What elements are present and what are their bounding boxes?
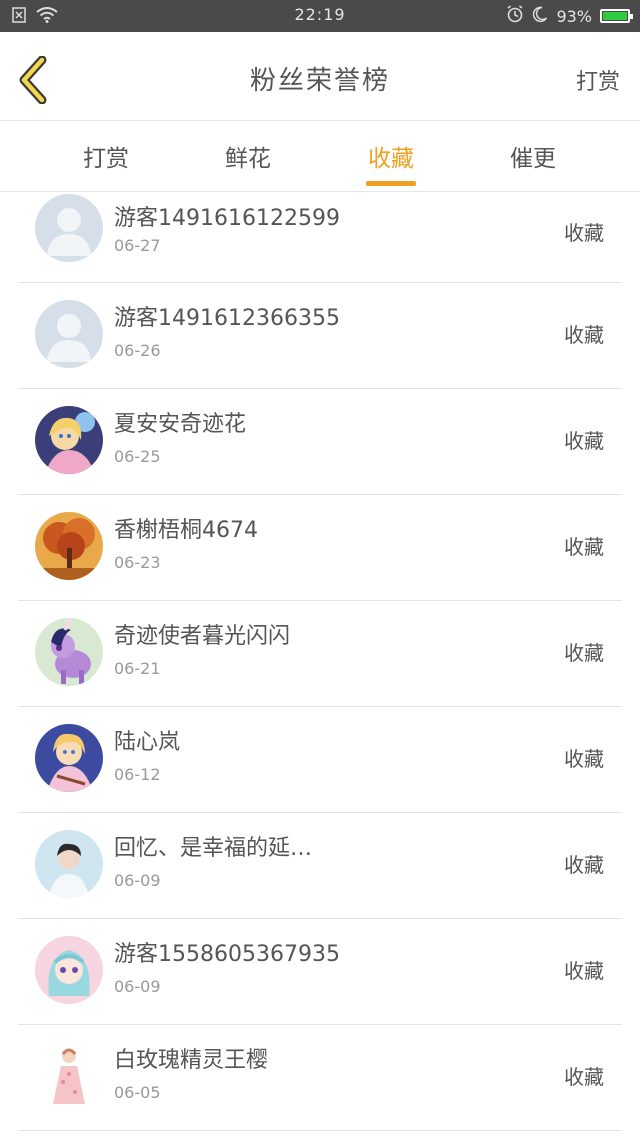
status-bar: 22:19 93% [0, 0, 640, 32]
list-item[interactable]: 白玫瑰精灵王樱 06-05 收藏 [18, 1025, 622, 1131]
list-item[interactable]: 奇迹使者暮光闪闪 06-21 收藏 [18, 601, 622, 707]
tab-bar: 打赏 鲜花 收藏 催更 [0, 121, 640, 192]
fan-action: 收藏 [564, 853, 604, 877]
doll-avatar [35, 1042, 103, 1110]
fan-name: 游客1558605367935 [114, 942, 340, 967]
alarm-icon [506, 5, 524, 27]
fan-action: 收藏 [564, 641, 604, 665]
active-tab-indicator [366, 181, 416, 186]
page-title: 粉丝荣誉榜 [249, 66, 390, 96]
autumn-tree-avatar [35, 512, 103, 580]
fan-date: 06-25 [114, 447, 161, 466]
fan-name: 香榭梧桐4674 [114, 518, 258, 543]
list-item[interactable]: 游客1491612366355 06-26 收藏 [18, 283, 622, 389]
fan-date: 06-23 [114, 553, 161, 572]
fan-name: 奇迹使者暮光闪闪 [114, 624, 291, 649]
list-item[interactable]: 陆心岚 06-12 收藏 [18, 707, 622, 813]
fan-date: 06-12 [114, 765, 161, 784]
fan-action: 收藏 [564, 323, 604, 347]
fan-action: 收藏 [564, 221, 604, 245]
fan-name: 游客1491612366355 [114, 306, 340, 331]
fan-name: 陆心岚 [114, 730, 181, 755]
fan-action: 收藏 [564, 1065, 604, 1089]
fan-date: 06-26 [114, 341, 161, 360]
list-item[interactable]: 香榭梧桐4674 06-23 收藏 [18, 495, 622, 601]
battery-fill [603, 12, 628, 20]
status-bar-right: 93% [506, 5, 633, 27]
reward-button[interactable]: 打赏 [576, 64, 620, 96]
tab-favorites[interactable]: 收藏 [341, 139, 441, 173]
header: 粉丝荣誉榜 打赏 [0, 32, 640, 121]
list-item[interactable]: 回忆、是幸福的延… 06-09 收藏 [18, 813, 622, 919]
list-item[interactable]: 游客1558605367935 06-09 收藏 [18, 919, 622, 1025]
anime-girl-avatar [35, 406, 103, 474]
fan-name: 回忆、是幸福的延… [114, 836, 313, 861]
tab-flowers[interactable]: 鲜花 [198, 139, 298, 173]
list-item[interactable]: 游客1491616122599 06-27 收藏 [18, 192, 622, 283]
tab-reward[interactable]: 打赏 [56, 139, 156, 173]
fan-action: 收藏 [564, 535, 604, 559]
fan-name: 夏安安奇迹花 [114, 412, 247, 437]
boy-photo-avatar [35, 830, 103, 898]
anime-girl-avatar [35, 936, 103, 1004]
battery-percent: 93% [556, 6, 592, 26]
fan-action: 收藏 [564, 959, 604, 983]
fan-action: 收藏 [564, 747, 604, 771]
fan-date: 06-27 [114, 236, 161, 255]
list-item[interactable]: 夏安安奇迹花 06-25 收藏 [18, 389, 622, 495]
default-avatar [35, 300, 103, 368]
moon-icon [532, 6, 548, 26]
fan-name: 白玫瑰精灵王樱 [114, 1048, 269, 1073]
fan-date: 06-09 [114, 871, 161, 890]
fan-action: 收藏 [564, 429, 604, 453]
battery-icon [600, 9, 633, 23]
fan-date: 06-05 [114, 1083, 161, 1102]
default-avatar [35, 194, 103, 262]
pony-avatar [35, 618, 103, 686]
fan-name: 游客1491616122599 [114, 206, 340, 231]
fan-list: 游客1491616122599 06-27 收藏 游客1491612366355… [18, 192, 622, 1131]
fan-date: 06-09 [114, 977, 161, 996]
fan-date: 06-21 [114, 659, 161, 678]
tab-urge-update[interactable]: 催更 [483, 139, 583, 173]
anime-girl-avatar [35, 724, 103, 792]
